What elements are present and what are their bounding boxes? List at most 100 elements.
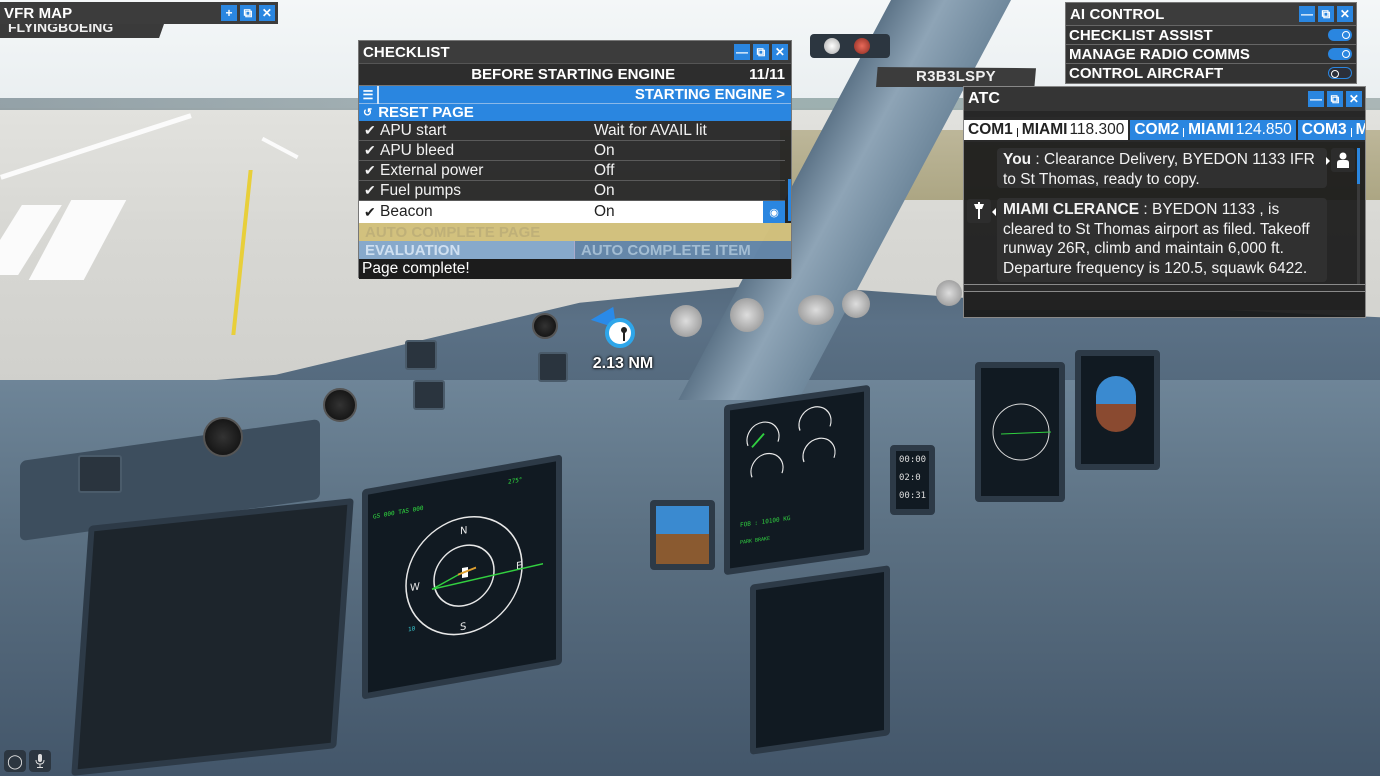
message-separator: : (1031, 151, 1045, 168)
atc-divider (964, 284, 1365, 292)
checklist-item[interactable]: ✔ External power Off (359, 161, 785, 181)
side-stick-priority (538, 352, 568, 382)
checklist-item-value: Wait for AVAIL lit (594, 121, 707, 139)
atc-minimize-button[interactable]: — (1308, 91, 1324, 107)
vfr-map-close-button[interactable]: ✕ (259, 5, 275, 21)
checklist-page-header: BEFORE STARTING ENGINE 11/11 (359, 63, 791, 85)
warning-lights (810, 34, 890, 58)
master-warn-button (405, 340, 437, 370)
atc-popout-button[interactable]: ⧉ (1327, 91, 1343, 107)
checklist-item-value: Off (594, 161, 615, 179)
list-icon[interactable]: ☰ (359, 85, 379, 104)
tab-com-label: COM2 (1134, 120, 1180, 138)
checklist-assist-toggle[interactable] (1328, 29, 1352, 41)
svg-text:275°: 275° (508, 475, 522, 485)
checklist-item-name: Beacon (380, 203, 433, 220)
microphone-icon (35, 754, 45, 768)
checklist-page-name: BEFORE STARTING ENGINE (471, 66, 676, 83)
ai-control-close-button[interactable]: ✕ (1337, 6, 1353, 22)
atc-close-button[interactable]: ✕ (1346, 91, 1362, 107)
fcu-knob (936, 280, 962, 306)
waypoint-pin-icon (605, 318, 635, 348)
checklist-window: CHECKLIST — ⧉ ✕ BEFORE STARTING ENGINE 1… (358, 40, 792, 279)
tab-com2[interactable]: COM2 MIAMI 124.850 (1130, 119, 1296, 140)
tab-com3[interactable]: COM3 MI (1297, 119, 1365, 140)
checklist-item-value: On (594, 181, 615, 199)
checklist-item-name: Fuel pumps (380, 181, 461, 199)
ai-control-popout-button[interactable]: ⧉ (1318, 6, 1334, 22)
svg-text:FOB : 10100 KG: FOB : 10100 KG (740, 515, 791, 529)
checklist-item[interactable]: ✔ Fuel pumps On (359, 181, 785, 201)
atc-titlebar[interactable]: ATC — ⧉ ✕ (964, 87, 1365, 111)
manage-radio-comms-label: MANAGE RADIO COMMS (1069, 45, 1250, 63)
vfr-map-titlebar[interactable]: VFR MAP + ⧉ ✕ (0, 2, 278, 24)
camera-reset-button[interactable]: ◯ (4, 750, 26, 772)
waypoint-distance: 2.13 NM (592, 355, 654, 372)
control-aircraft-row: CONTROL AIRCRAFT (1066, 63, 1356, 82)
message-text: Clearance Delivery, BYEDON 1133 IFR to S… (1003, 151, 1315, 188)
tab-frequency: 124.850 (1235, 120, 1292, 138)
waypoint-marker: 2.13 NM (590, 306, 660, 380)
checklist-item[interactable]: ✔ APU bleed On (359, 141, 785, 161)
auto-complete-item-button[interactable]: AUTO COMPLETE ITEM (575, 241, 791, 259)
message-atc: MIAMI CLERANCE : BYEDON 1133 , is cleare… (997, 198, 1327, 282)
checklist-page-index: 11/11 (749, 66, 785, 83)
checklist-item-active[interactable]: ✔ Beacon On ◉ (359, 201, 785, 223)
vfr-map-popout-button[interactable]: ⧉ (240, 5, 256, 21)
manage-radio-comms-row: MANAGE RADIO COMMS (1066, 44, 1356, 63)
tab-com1[interactable]: COM1 MIAMI 118.300 (964, 119, 1129, 140)
checklist-minimize-button[interactable]: — (734, 44, 750, 60)
checklist-item-name: APU bleed (380, 141, 455, 159)
player-name-plate: R3B3LSPY (876, 67, 1036, 87)
checklist-titlebar[interactable]: CHECKLIST — ⧉ ✕ (359, 41, 791, 63)
microphone-button[interactable] (29, 750, 51, 772)
checklist-items: ✔ APU start Wait for AVAIL lit ✔ APU ble… (359, 121, 791, 223)
fcu-knob (798, 295, 834, 325)
ecam-gauges: FOB : 10100 KG PARK BRAKE (740, 406, 836, 546)
svg-text:S: S (460, 621, 466, 633)
atc-message-log: You : Clearance Delivery, BYEDON 1133 IF… (964, 142, 1365, 284)
fcu-knob (730, 298, 764, 332)
ai-control-minimize-button[interactable]: — (1299, 6, 1315, 22)
caret-left-icon (992, 208, 996, 216)
tab-station: MIAMI (1188, 120, 1234, 138)
fo-nd-compass (992, 403, 1052, 461)
evaluation-button[interactable]: EVALUATION (359, 241, 575, 259)
vfr-map-add-button[interactable]: + (221, 5, 237, 21)
control-aircraft-toggle[interactable] (1328, 67, 1352, 79)
checklist-close-button[interactable]: ✕ (772, 44, 788, 60)
vfr-map-title: VFR MAP (4, 4, 73, 22)
auto-complete-page-button[interactable]: AUTO COMPLETE PAGE (359, 223, 791, 241)
atc-title: ATC (968, 90, 1000, 107)
svg-text:GS 000 TAS 000: GS 000 TAS 000 (373, 505, 424, 521)
checklist-item[interactable]: ✔ APU start Wait for AVAIL lit (359, 121, 785, 141)
ai-control-window: AI CONTROL — ⧉ ✕ CHECKLIST ASSIST MANAGE… (1065, 2, 1357, 84)
manage-radio-comms-toggle[interactable] (1328, 48, 1352, 60)
checklist-scrollbar[interactable] (788, 179, 791, 221)
next-page-button[interactable]: STARTING ENGINE > (379, 86, 791, 103)
reset-page-button[interactable]: ↺ RESET PAGE (359, 103, 791, 121)
checklist-popout-button[interactable]: ⧉ (753, 44, 769, 60)
atc-scrollbar[interactable] (1357, 148, 1360, 284)
tab-station: MI (1355, 120, 1365, 138)
fo-navigation-display (975, 362, 1065, 502)
svg-text:PARK BRAKE: PARK BRAKE (740, 536, 770, 546)
ai-control-title: AI CONTROL (1070, 5, 1165, 23)
checkmark-icon: ✔ (364, 142, 376, 158)
ai-control-titlebar[interactable]: AI CONTROL — ⧉ ✕ (1066, 3, 1356, 25)
fcu-knob (670, 305, 702, 337)
panel-knob (203, 417, 243, 457)
checklist-title: CHECKLIST (363, 43, 450, 61)
checklist-action-bar: EVALUATION AUTO COMPLETE ITEM (359, 241, 791, 259)
message-speaker: MIAMI CLERANCE (1003, 201, 1140, 218)
eye-icon[interactable]: ◉ (763, 201, 785, 223)
atc-response-area[interactable] (964, 292, 1365, 310)
message-you: You : Clearance Delivery, BYEDON 1133 IF… (997, 148, 1327, 188)
message-speaker: You (1003, 151, 1032, 168)
checklist-assist-row: CHECKLIST ASSIST (1066, 25, 1356, 44)
atc-scrollbar-thumb[interactable] (1357, 148, 1360, 184)
control-tower-icon (967, 199, 991, 223)
display-off (71, 498, 354, 776)
upper-ecam-display: FOB : 10100 KG PARK BRAKE (724, 384, 870, 576)
tab-station: MIAMI (1021, 120, 1068, 138)
